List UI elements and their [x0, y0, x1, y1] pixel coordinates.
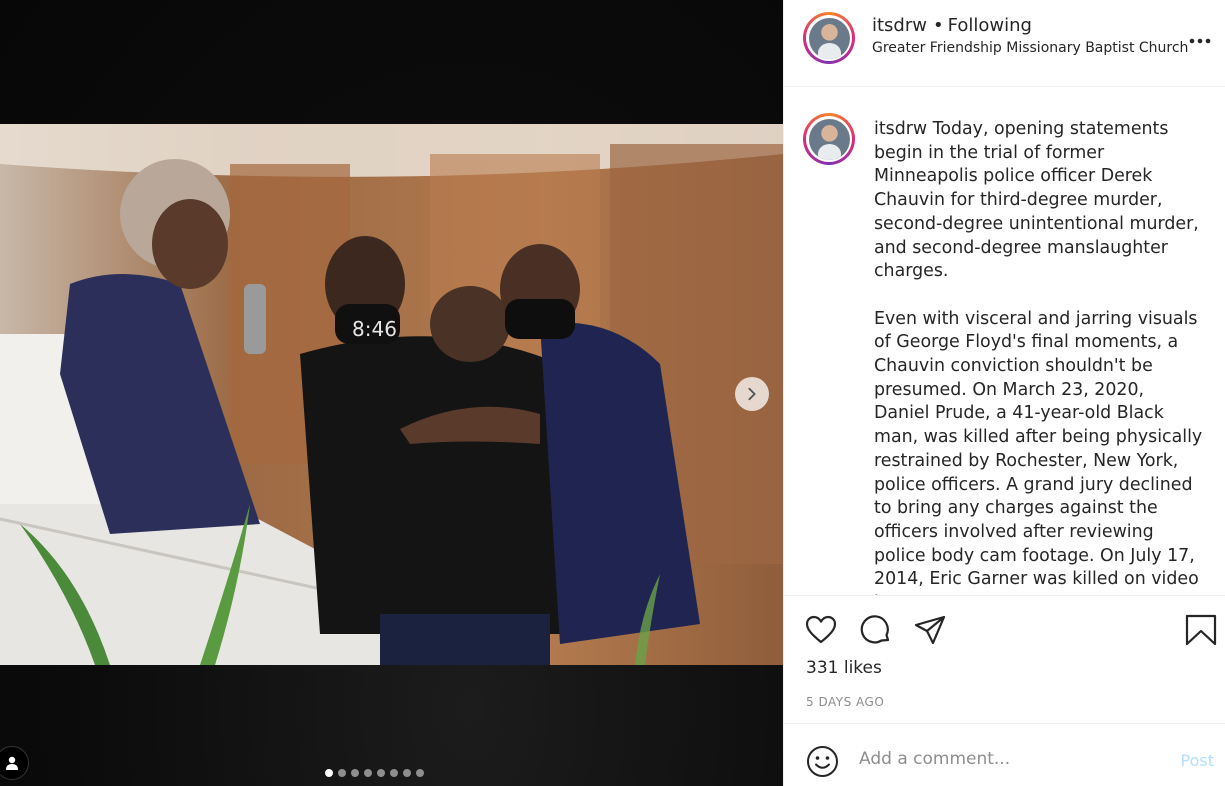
carousel-dot — [403, 769, 411, 777]
emoji-icon[interactable] — [806, 745, 839, 778]
author-username[interactable]: itsdrw — [872, 15, 927, 36]
post-media: 8:46 — [0, 0, 783, 786]
carousel-next-button[interactable] — [735, 377, 769, 411]
bookmark-icon[interactable] — [1184, 613, 1218, 647]
post-header: itsdrw • Following Greater Friendship Miss… — [784, 0, 1225, 87]
tagged-users-button[interactable] — [0, 746, 29, 780]
post-comment-button[interactable]: Post — [1181, 751, 1214, 770]
caption-paragraph-1: Today, opening statements begin in the t… — [874, 119, 1199, 282]
carousel-dot — [364, 769, 372, 777]
post-photo: 8:46 — [0, 124, 783, 665]
carousel-indicator — [325, 769, 424, 777]
mask-text: 8:46 — [352, 317, 397, 341]
carousel-dot — [416, 769, 424, 777]
carousel-dot — [325, 769, 333, 777]
comment-form: Post — [784, 723, 1225, 786]
follow-status-button[interactable]: Following — [948, 15, 1032, 36]
carousel-dot — [351, 769, 359, 777]
more-options-icon[interactable] — [1189, 28, 1211, 49]
chevron-right-icon — [748, 387, 756, 401]
comments-area: itsdrw Today, opening statements begin i… — [784, 87, 1225, 596]
user-tag-icon — [6, 756, 18, 770]
like-count[interactable]: 331 likes — [806, 658, 882, 678]
separator-bullet: • — [932, 15, 944, 36]
caption-username[interactable]: itsdrw — [874, 119, 927, 139]
post-date[interactable]: 5 DAYS AGO — [806, 695, 884, 709]
share-icon[interactable] — [913, 613, 947, 647]
caption-author-avatar[interactable] — [803, 113, 855, 165]
action-bar — [784, 597, 1225, 647]
post-sidebar: itsdrw • Following Greater Friendship Miss… — [783, 0, 1225, 786]
comment-input[interactable] — [859, 749, 1159, 769]
caption-paragraph-2: Even with visceral and jarring visuals o… — [874, 308, 1203, 595]
author-avatar[interactable] — [803, 12, 855, 64]
photo-illustration: 8:46 — [0, 124, 783, 665]
carousel-dot — [377, 769, 385, 777]
post-location[interactable]: Greater Friendship Missionary Baptist Ch… — [872, 40, 1188, 56]
comment-icon[interactable] — [859, 613, 893, 647]
author-info: itsdrw • Following Greater Friendship Miss… — [872, 15, 1188, 56]
carousel-dot — [390, 769, 398, 777]
heart-icon[interactable] — [804, 613, 838, 647]
carousel-dot — [338, 769, 346, 777]
post-caption: itsdrw Today, opening statements begin i… — [874, 118, 1204, 595]
